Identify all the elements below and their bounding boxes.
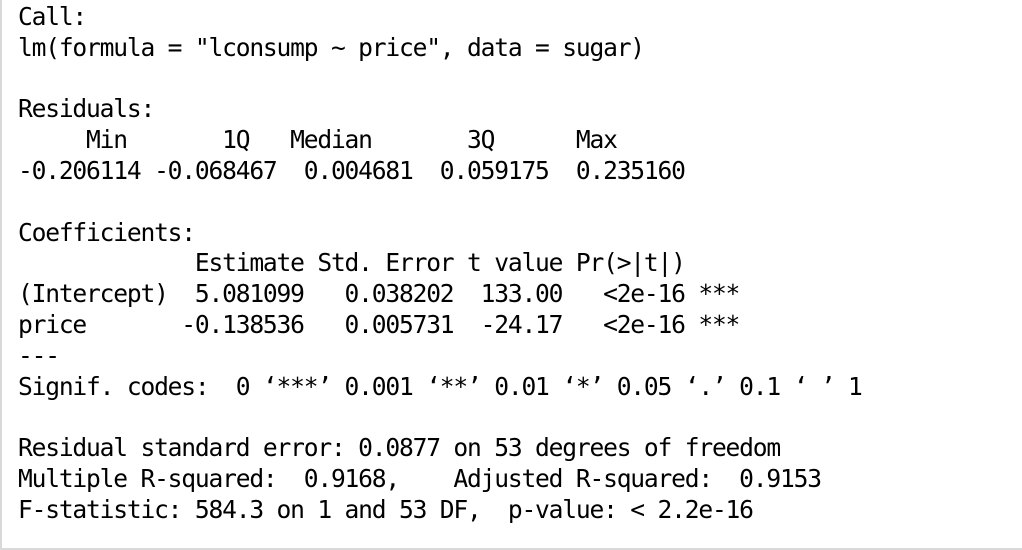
coefficients-columns: Estimate Std. Error t value Pr(>|t|) (18, 248, 740, 278)
coefficient-row-intercept: (Intercept) 5.081099 0.038202 133.00 <2e… (18, 279, 740, 309)
residual-standard-error: Residual standard error: 0.0877 on 53 de… (18, 433, 781, 463)
console-output: Call: lm(formula = "lconsump ~ price", d… (0, 0, 1022, 550)
separator-line: --- (18, 340, 60, 370)
call-formula: lm(formula = "lconsump ~ price", data = … (18, 32, 645, 62)
call-header: Call: (18, 2, 87, 31)
residuals-values: -0.206114 -0.068467 0.004681 0.059175 0.… (18, 155, 699, 185)
coefficients-header: Coefficients: (18, 217, 196, 247)
residuals-header: Residuals: (18, 94, 155, 124)
signif-codes: Signif. codes: 0 ‘***’ 0.001 ‘**’ 0.01 ‘… (18, 371, 863, 401)
coefficient-row-price: price -0.138536 0.005731 -24.17 <2e-16 *… (18, 309, 740, 339)
r-squared-line: Multiple R-squared: 0.9168, Adjusted R-s… (18, 463, 835, 493)
residuals-labels: Min 1Q Median 3Q Max (18, 125, 631, 155)
f-statistic-line: F-statistic: 584.3 on 1 and 53 DF, p-val… (18, 494, 754, 524)
